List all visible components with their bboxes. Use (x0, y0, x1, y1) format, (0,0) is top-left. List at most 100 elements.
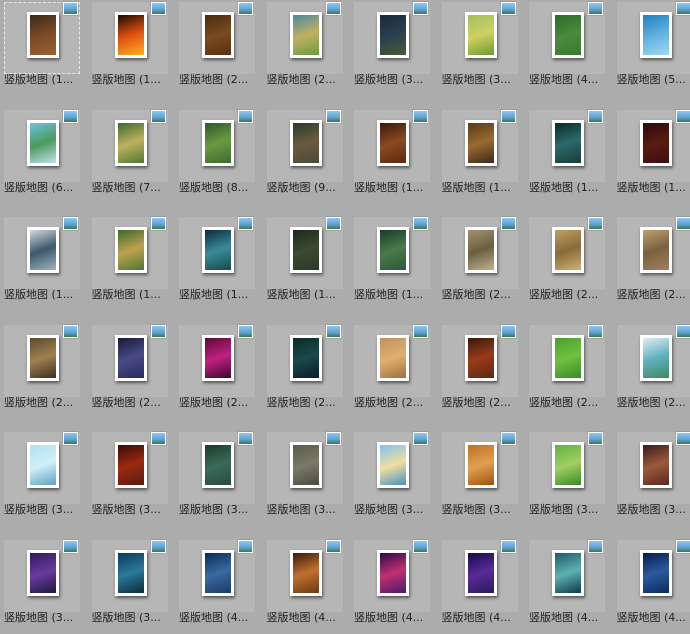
picture-icon (500, 539, 516, 553)
file-item[interactable]: 竖版地图 (1... (263, 215, 343, 307)
file-name: 竖版地图 (3... (91, 503, 161, 516)
picture-icon (588, 109, 603, 123)
file-item[interactable]: 竖版地图 (7... (88, 108, 168, 200)
file-name: 竖版地图 (2... (529, 288, 599, 301)
file-item[interactable]: 竖版地图 (2... (525, 215, 605, 307)
file-item[interactable]: 竖版地图 (1... (0, 0, 80, 92)
file-name: 竖版地图 (3... (4, 503, 74, 516)
picture-icon (238, 324, 253, 338)
file-item[interactable]: 竖版地图 (2... (263, 0, 343, 92)
image-thumbnail (289, 334, 322, 381)
file-item[interactable]: 竖版地图 (1... (350, 108, 430, 200)
file-item[interactable]: 竖版地图 (3... (88, 538, 168, 630)
image-thumbnail (114, 227, 147, 273)
thumbnail-frame (529, 432, 605, 504)
picture-icon (500, 432, 516, 445)
file-item[interactable]: 竖版地图 (3... (438, 430, 518, 522)
file-item[interactable]: 竖版地图 (2... (263, 323, 343, 415)
file-item[interactable]: 竖版地图 (1... (175, 215, 255, 307)
file-name: 竖版地图 (2... (91, 395, 161, 409)
file-name: 竖版地图 (3... (4, 610, 74, 624)
file-item[interactable]: 竖版地图 (3... (613, 430, 690, 522)
file-name: 竖版地图 (3... (441, 503, 511, 516)
thumbnail-frame (266, 109, 343, 182)
file-name: 竖版地图 (5... (616, 73, 686, 86)
file-item[interactable]: 竖版地图 (4... (438, 538, 518, 630)
image-thumbnail (377, 549, 409, 596)
thumbnail-frame (266, 217, 343, 289)
thumbnail-frame (616, 109, 690, 182)
file-item[interactable]: 竖版地图 (2... (438, 215, 518, 307)
image-thumbnail (464, 549, 497, 596)
file-item[interactable]: 竖版地图 (3... (525, 430, 605, 522)
file-item[interactable]: 竖版地图 (5... (613, 0, 690, 92)
file-item[interactable]: 竖版地图 (4... (525, 538, 605, 630)
picture-icon (588, 217, 603, 230)
file-item[interactable]: 竖版地图 (3... (263, 430, 343, 522)
file-item[interactable]: 竖版地图 (3... (438, 0, 518, 92)
picture-icon (500, 109, 516, 123)
file-item[interactable]: 竖版地图 (1... (88, 0, 168, 92)
thumbnail-frame (354, 217, 430, 289)
file-item[interactable]: 竖版地图 (3... (350, 430, 430, 522)
file-item[interactable]: 竖版地图 (2... (613, 215, 690, 307)
image-thumbnail (114, 119, 147, 166)
file-item[interactable]: 竖版地图 (4... (525, 0, 605, 92)
image-thumbnail (289, 549, 322, 596)
file-item[interactable]: 竖版地图 (1... (350, 215, 430, 307)
file-item[interactable]: 竖版地图 (3... (0, 430, 80, 522)
file-item[interactable]: 竖版地图 (3... (350, 0, 430, 92)
file-name: 竖版地图 (4... (441, 610, 511, 624)
file-item[interactable]: 竖版地图 (1... (88, 215, 168, 307)
file-item[interactable]: 竖版地图 (1... (438, 108, 518, 200)
file-item[interactable]: 竖版地图 (4... (613, 538, 690, 630)
file-item[interactable]: 竖版地图 (4... (263, 538, 343, 630)
thumbnail-frame (354, 432, 430, 504)
file-name: 竖版地图 (4... (179, 610, 249, 624)
file-name: 竖版地图 (3... (354, 503, 424, 516)
file-item[interactable]: 竖版地图 (3... (0, 538, 80, 630)
picture-icon (325, 539, 341, 553)
file-name: 竖版地图 (2... (266, 395, 336, 409)
image-thumbnail (639, 334, 672, 381)
file-item[interactable]: 竖版地图 (1... (613, 108, 690, 200)
file-item[interactable]: 竖版地图 (9... (263, 108, 343, 200)
file-item[interactable]: 竖版地图 (2... (175, 323, 255, 415)
image-thumbnail (639, 227, 672, 273)
thumbnail-frame (91, 217, 168, 289)
file-name: 竖版地图 (1... (441, 180, 511, 194)
file-item[interactable]: 竖版地图 (3... (175, 430, 255, 522)
picture-icon (413, 217, 428, 230)
image-thumbnail (552, 12, 584, 58)
picture-icon (413, 109, 428, 123)
picture-icon (63, 109, 78, 123)
picture-icon (588, 432, 603, 445)
file-item[interactable]: 竖版地图 (2... (175, 0, 255, 92)
image-thumbnail (377, 12, 409, 58)
file-item[interactable]: 竖版地图 (4... (350, 538, 430, 630)
thumbnail-frame (441, 432, 518, 504)
picture-icon (325, 109, 341, 123)
thumbnail-frame (529, 539, 605, 612)
image-thumbnail (114, 334, 147, 381)
file-name: 竖版地图 (4... (529, 73, 599, 86)
file-item[interactable]: 竖版地图 (2... (88, 323, 168, 415)
file-item[interactable]: 竖版地图 (1... (525, 108, 605, 200)
file-item[interactable]: 竖版地图 (3... (88, 430, 168, 522)
file-item[interactable]: 竖版地图 (2... (438, 323, 518, 415)
file-item[interactable]: 竖版地图 (1... (0, 215, 80, 307)
file-item[interactable]: 竖版地图 (2... (525, 323, 605, 415)
image-thumbnail (289, 12, 322, 58)
thumbnail-frame (179, 217, 255, 289)
file-name: 竖版地图 (1... (91, 73, 161, 86)
file-item[interactable]: 竖版地图 (2... (0, 323, 80, 415)
image-thumbnail (639, 442, 672, 488)
thumbnail-frame (616, 324, 690, 397)
image-thumbnail (464, 334, 497, 381)
file-item[interactable]: 竖版地图 (4... (175, 538, 255, 630)
file-item[interactable]: 竖版地图 (6... (0, 108, 80, 200)
file-item[interactable]: 竖版地图 (2... (350, 323, 430, 415)
image-thumbnail (377, 227, 409, 273)
file-item[interactable]: 竖版地图 (2... (613, 323, 690, 415)
file-item[interactable]: 竖版地图 (8... (175, 108, 255, 200)
